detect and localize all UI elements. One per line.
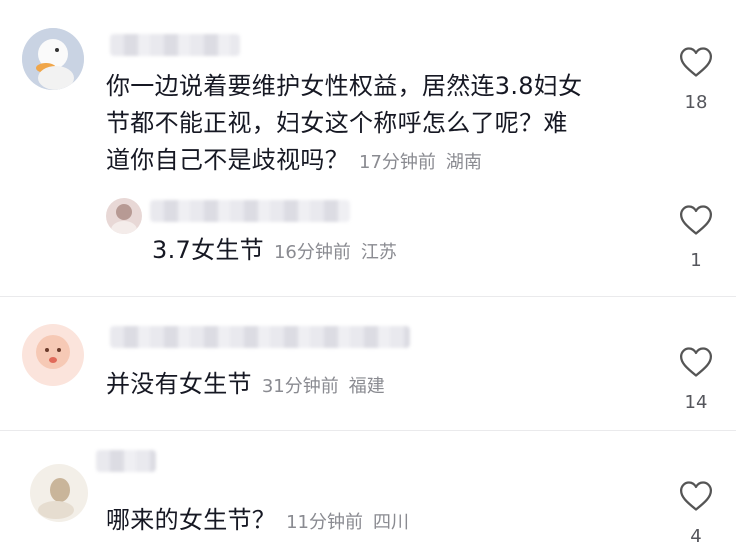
comment-location: 福建 xyxy=(348,376,385,397)
comment-time: 11分钟前 xyxy=(286,512,364,533)
comment-text: 并没有女生节 31分钟前 福建 xyxy=(106,370,385,398)
heart-outline-icon xyxy=(679,205,713,235)
heart-outline-icon xyxy=(679,47,713,77)
username-blurred xyxy=(150,200,350,222)
like-button[interactable]: 18 xyxy=(674,46,718,113)
comment-location: 湖南 xyxy=(445,152,482,173)
comment-text: 3.7女生节 16分钟前 江苏 xyxy=(152,236,397,264)
avatar[interactable] xyxy=(106,198,142,234)
heart-outline-icon xyxy=(679,481,713,511)
avatar[interactable] xyxy=(30,464,88,522)
like-count: 14 xyxy=(684,392,708,413)
comment-time: 16分钟前 xyxy=(273,242,351,263)
avatar[interactable] xyxy=(22,324,84,386)
like-button[interactable]: 1 xyxy=(674,204,718,271)
like-count: 1 xyxy=(690,250,702,271)
comment-time: 31分钟前 xyxy=(261,376,339,397)
like-count: 4 xyxy=(690,526,702,547)
like-button[interactable]: 14 xyxy=(674,346,718,413)
comment-text: 哪来的女生节？ 11分钟前 四川 xyxy=(106,506,410,534)
username-blurred xyxy=(96,450,156,472)
comment-time: 17分钟前 xyxy=(359,152,436,173)
username-blurred xyxy=(110,34,240,56)
username-blurred xyxy=(110,326,410,348)
comment-location: 四川 xyxy=(373,512,410,533)
like-count: 18 xyxy=(684,92,708,113)
comment-text: 你一边说着要维护女性权益，居然连3.8妇女 节都不能正视，妇女这个称呼怎么了呢？… xyxy=(106,72,583,174)
like-button[interactable]: 4 xyxy=(674,480,718,547)
comment-item: 你一边说着要维护女性权益，居然连3.8妇女 节都不能正视，妇女这个称呼怎么了呢？… xyxy=(0,0,736,200)
avatar[interactable] xyxy=(22,28,84,90)
reply-item: 3.7女生节 16分钟前 江苏 1 xyxy=(0,190,736,290)
comment-item: 并没有女生节 31分钟前 福建 14 xyxy=(0,296,736,430)
heart-outline-icon xyxy=(679,347,713,377)
comment-item: 哪来的女生节？ 11分钟前 四川 4 xyxy=(0,430,736,557)
comment-location: 江苏 xyxy=(360,242,397,263)
